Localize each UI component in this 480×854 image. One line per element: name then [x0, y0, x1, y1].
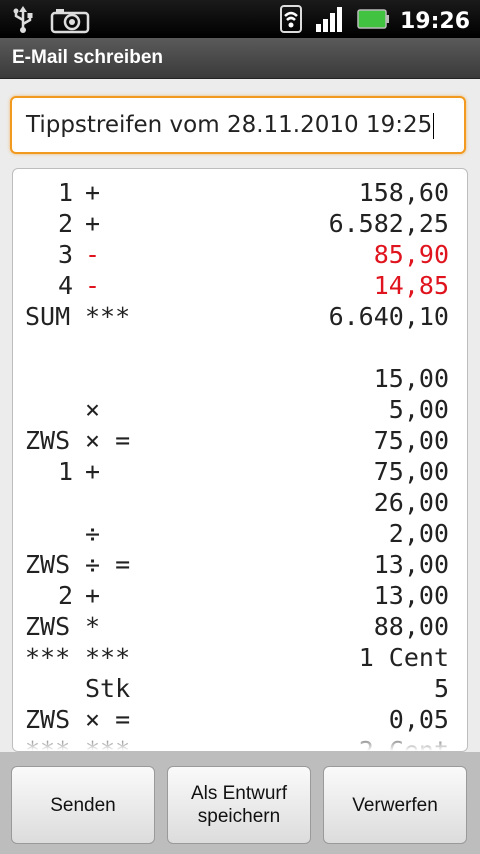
- tape-row: 3- 85,90: [13, 239, 467, 270]
- tape-row-value: 6.582,25: [328, 209, 449, 238]
- tape-row: 2 +6.582,25: [13, 208, 467, 239]
- battery-icon: [356, 8, 390, 34]
- tape-row-index: ***: [25, 643, 71, 672]
- save-draft-line1: Als Entwurf: [190, 783, 288, 804]
- tape-row: [13, 332, 467, 363]
- tape-row-value: 14,85: [373, 271, 449, 300]
- subject-value: Tippstreifen vom 28.11.2010 19:25: [26, 112, 433, 138]
- discard-button-label: Verwerfen: [352, 794, 438, 816]
- discard-button[interactable]: Verwerfen: [323, 766, 467, 844]
- tape-row-value: 158,60: [358, 178, 449, 207]
- camera-icon: [50, 6, 90, 38]
- tape-row-operator: ***: [85, 643, 131, 672]
- tape-row-index: 2: [57, 581, 73, 610]
- tape-row-operator: × =: [85, 426, 131, 455]
- save-draft-button-label: Als Entwurf speichern: [191, 782, 287, 828]
- status-bar: 19:26: [0, 0, 480, 38]
- tape-row-index: ZWS: [25, 612, 71, 641]
- tape-row: 15,00: [13, 363, 467, 394]
- clock: 19:26: [399, 8, 470, 34]
- tape-row-index: 1: [57, 457, 73, 486]
- tape-row-value: 75,00: [373, 457, 449, 486]
- tape-row-index: ZWS: [25, 426, 71, 455]
- usb-icon: [10, 6, 36, 38]
- tape-row-index: SUM: [25, 302, 71, 331]
- tape-row-value: 13,00: [373, 581, 449, 610]
- tape-row: Stk 5: [13, 673, 467, 704]
- tape-row-value: 6.640,10: [328, 302, 449, 331]
- tape-row: SUM *** 6.640,10: [13, 301, 467, 332]
- tape-row: × 5,00: [13, 394, 467, 425]
- tape-row-operator: ×: [85, 395, 101, 424]
- tape-row-value: 1 Cent: [358, 643, 449, 672]
- tape-row-index: 4: [57, 271, 73, 300]
- tape-row-operator: ÷ =: [85, 550, 131, 579]
- tape-row: 1 +158,60: [13, 177, 467, 208]
- title-bar: E-Mail schreiben: [0, 38, 480, 79]
- tape-row-operator: ÷: [85, 519, 101, 548]
- tape-row-value: 26,00: [373, 488, 449, 517]
- tape-row-value: 75,00: [373, 426, 449, 455]
- tape-row-value: 2,00: [388, 519, 449, 548]
- wifi-icon: [278, 4, 304, 38]
- tape-row: ZWS * 88,00: [13, 611, 467, 642]
- tape-row: *** *** 1 Cent: [13, 642, 467, 673]
- tape-row-value: 5: [433, 674, 449, 703]
- tape-row: 1 +75,00: [13, 456, 467, 487]
- tape-row-value: 13,00: [373, 550, 449, 579]
- tape-row-operator: +: [85, 581, 101, 610]
- tape-row-value: 88,00: [373, 612, 449, 641]
- send-button[interactable]: Senden: [11, 766, 155, 844]
- tape-row-operator: +: [85, 178, 101, 207]
- tape-printout: 1 +158,60 2 +6.582,25 3- 85,90 4- 14,85 SUM *** 6.…: [13, 177, 467, 751]
- page-title: E-Mail schreiben: [12, 47, 163, 68]
- tape-row-index: ZWS: [25, 550, 71, 579]
- tape-row-operator: Stk: [85, 674, 131, 703]
- tape-row-value: 5,00: [388, 395, 449, 424]
- tape-row-operator: -: [85, 240, 101, 269]
- tape-row: ÷ 2,00: [13, 518, 467, 549]
- subject-field[interactable]: Tippstreifen vom 28.11.2010 19:25: [10, 96, 466, 154]
- action-bar: Senden Als Entwurf speichern Verwerfen: [0, 752, 480, 854]
- scroll-fade: [13, 729, 467, 751]
- signal-icon: [314, 4, 346, 38]
- save-draft-button[interactable]: Als Entwurf speichern: [167, 766, 311, 844]
- text-caret: [433, 112, 435, 139]
- send-button-label: Senden: [50, 794, 116, 816]
- tape-row: 4- 14,85: [13, 270, 467, 301]
- tape-row-operator: -: [85, 271, 101, 300]
- tape-row: ZWS ÷ = 13,00: [13, 549, 467, 580]
- save-draft-line2: speichern: [197, 806, 281, 827]
- tape-row-value: 85,90: [373, 240, 449, 269]
- tape-row-operator: +: [85, 457, 101, 486]
- tape-row: 2 +13,00: [13, 580, 467, 611]
- tape-row-index: 3: [57, 240, 73, 269]
- tape-row-operator: +: [85, 209, 101, 238]
- tape-row: ZWS × = 75,00: [13, 425, 467, 456]
- subject-text: Tippstreifen vom 28.11.2010 19:25: [26, 112, 435, 139]
- tape-row-operator: ***: [85, 302, 131, 331]
- tape-row-value: 15,00: [373, 364, 449, 393]
- tape-row: 26,00: [13, 487, 467, 518]
- tape-row-operator: *: [85, 612, 101, 641]
- message-body-field[interactable]: 1 +158,60 2 +6.582,25 3- 85,90 4- 14,85 SUM *** 6.…: [12, 168, 468, 752]
- tape-row-index: 2: [57, 209, 73, 238]
- tape-row-index: 1: [57, 178, 73, 207]
